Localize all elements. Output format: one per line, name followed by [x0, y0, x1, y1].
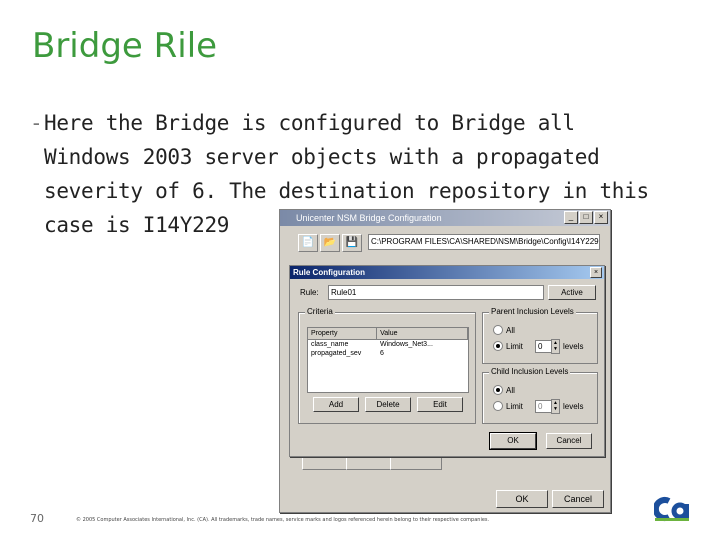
criteria-property: class_name — [311, 341, 349, 348]
column-header-value[interactable]: Value — [377, 328, 468, 339]
parent-levels-label: Parent Inclusion Levels — [489, 307, 576, 316]
child-limit-label: Limit — [506, 401, 523, 411]
rule-name-field[interactable]: Rule01 — [328, 285, 544, 300]
page-number: 70 — [30, 512, 44, 525]
bullet-line-2: Windows 2003 server objects with a propa… — [44, 145, 600, 169]
bullet-text-1: Here the Bridge is configured to Bridge … — [44, 111, 575, 135]
cancel-button[interactable]: Cancel — [546, 433, 592, 449]
child-all-radio[interactable]: All — [493, 385, 515, 395]
criteria-value: 6 — [380, 350, 384, 357]
child-all-label: All — [506, 385, 515, 395]
child-spin-arrows-icon[interactable]: ▲ ▼ — [551, 399, 560, 414]
dialog-title: Rule Configuration — [293, 268, 365, 277]
copyright-notice: © 2005 Computer Associates International… — [76, 517, 490, 523]
parent-all-radio[interactable]: All — [493, 325, 515, 335]
save-icon[interactable]: 💾 — [342, 234, 362, 252]
child-levels-group: Child Inclusion Levels All Limit 0 ▲ ▼ le… — [482, 367, 598, 424]
criteria-list[interactable]: Property Value class_name Windows_Net3..… — [307, 327, 469, 393]
child-levels-label: Child Inclusion Levels — [489, 367, 571, 376]
radio-icon — [493, 401, 503, 411]
minimize-button[interactable]: _ — [564, 211, 578, 224]
parent-levels-group: Parent Inclusion Levels All Limit 0 ▲ ▼ l… — [482, 307, 598, 364]
maximize-button[interactable]: □ — [579, 211, 593, 224]
slide-title: Bridge Rile — [32, 26, 218, 66]
parent-levels-unit: levels — [563, 342, 584, 351]
window-title: Unicenter NSM Bridge Configuration — [296, 213, 442, 223]
delete-criteria-button[interactable]: Delete — [365, 397, 411, 412]
edit-criteria-button[interactable]: Edit — [417, 397, 463, 412]
bullet-line-1: -Here the Bridge is configured to Bridge… — [30, 106, 670, 140]
criteria-list-header: Property Value — [308, 328, 468, 340]
outer-cancel-button[interactable]: Cancel — [552, 490, 604, 508]
criteria-value: Windows_Net3... — [380, 341, 433, 348]
column-header-property[interactable]: Property — [308, 328, 378, 339]
criteria-property: propagated_sev — [311, 350, 362, 357]
parent-spin-arrows-icon[interactable]: ▲ ▼ — [551, 339, 560, 354]
bullet-line-3: severity of 6. The destination repositor… — [44, 179, 649, 203]
open-folder-icon[interactable]: 📂 — [320, 234, 340, 252]
parent-all-label: All — [506, 325, 515, 335]
ca-logo-icon — [654, 497, 689, 521]
radio-selected-icon — [493, 385, 503, 395]
active-button[interactable]: Active — [548, 285, 596, 300]
criteria-row[interactable]: propagated_sev 6 — [308, 349, 468, 358]
parent-limit-label: Limit — [506, 341, 523, 351]
radio-selected-icon — [493, 341, 503, 351]
criteria-group: Criteria Property Value class_name Windo… — [298, 307, 476, 424]
new-file-icon[interactable]: 📄 — [298, 234, 318, 252]
dialog-titlebar: Rule Configuration × — [290, 266, 604, 279]
add-criteria-button[interactable]: Add — [313, 397, 359, 412]
bullet-dash-icon: - — [30, 111, 43, 135]
parent-limit-radio[interactable]: Limit — [493, 341, 523, 351]
dialog-close-button[interactable]: × — [590, 267, 602, 278]
criteria-row[interactable]: class_name Windows_Net3... — [308, 340, 468, 349]
ok-button[interactable]: OK — [489, 432, 537, 450]
window-titlebar: Unicenter NSM Bridge Configuration _ □ × — [280, 210, 610, 226]
rule-label: Rule: — [300, 288, 319, 297]
rule-configuration-dialog: Rule Configuration × Rule: Rule01 Active… — [289, 265, 605, 457]
close-button[interactable]: × — [594, 211, 608, 224]
child-levels-unit: levels — [563, 402, 584, 411]
criteria-label: Criteria — [305, 307, 335, 316]
outer-ok-button[interactable]: OK — [496, 490, 548, 508]
radio-icon — [493, 325, 503, 335]
config-path-field[interactable]: C:\PROGRAM FILES\CA\SHARED\NSM\Bridge\Co… — [368, 234, 600, 250]
child-limit-radio[interactable]: Limit — [493, 401, 523, 411]
